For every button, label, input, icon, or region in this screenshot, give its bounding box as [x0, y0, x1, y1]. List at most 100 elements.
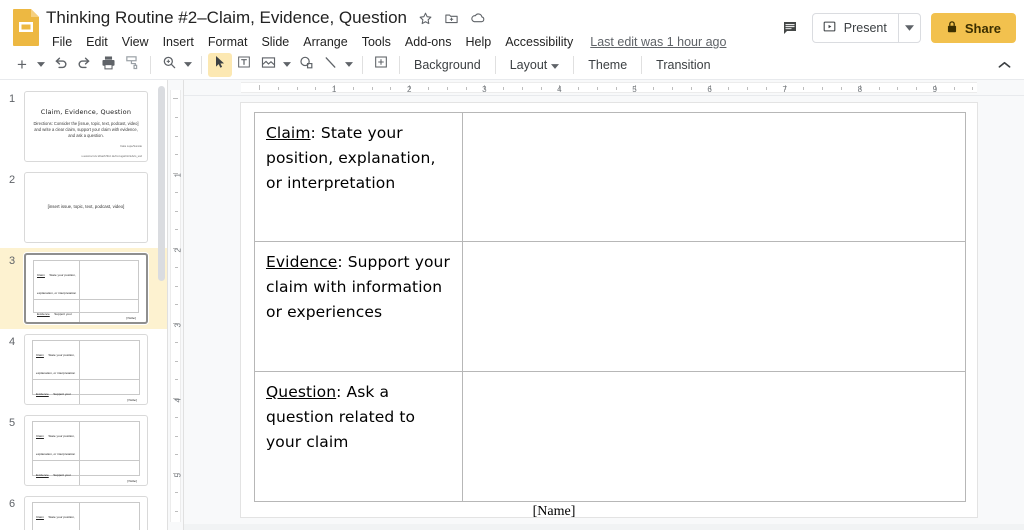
menu-item-file[interactable]: File	[46, 33, 79, 51]
thumb-row: Evidence Support your claim with informa…	[33, 380, 139, 404]
paint-format-button[interactable]	[120, 53, 144, 77]
vertical-ruler: 1 2 3 4 5	[168, 80, 184, 530]
thumb-row: Evidence Support your claim with informa…	[33, 461, 139, 485]
ceq-answer-cell-claim[interactable]	[463, 113, 965, 241]
ruler-tick	[175, 116, 178, 118]
thumb-row: Claim State your position, explanation, …	[33, 422, 139, 461]
horizontal-ruler: 1 2 3 4 5 6 7 8 9	[184, 80, 1024, 96]
filmstrip-slide-4[interactable]: 4 Claim State your position, explanation…	[0, 329, 167, 410]
name-placeholder-line[interactable]: [Name]	[254, 504, 964, 520]
present-label: Present	[843, 21, 887, 35]
ceq-key-evidence: Evidence	[266, 253, 338, 272]
thumb-row: Evidence Support your claim with informa…	[34, 300, 138, 322]
ceq-prompt-cell-question[interactable]: Question: Ask a question related to your…	[255, 371, 463, 501]
background-button[interactable]: Background	[406, 55, 489, 75]
menu-item-help[interactable]: Help	[458, 33, 498, 51]
slide-filmstrip[interactable]: 1 Claim, Evidence, Question Directions: …	[0, 80, 168, 530]
ruler-label: 4	[557, 85, 562, 94]
ruler-tick	[465, 87, 467, 90]
ruler-tick	[953, 87, 955, 90]
zoom-button[interactable]	[157, 53, 181, 77]
ruler-tick	[175, 491, 178, 493]
ceq-table[interactable]: Claim: State your position, explanation,…	[254, 112, 966, 502]
thumb-credit-2: s.www.loc.lviv.id/sa/6.5bc/.de/Co.luga/C…	[81, 155, 142, 158]
menu-item-arrange[interactable]: Arrange	[296, 33, 354, 51]
toolbar-divider-6	[573, 55, 575, 74]
comment-insert-button[interactable]	[369, 53, 393, 77]
workspace: 1 Claim, Evidence, Question Directions: …	[0, 80, 1024, 530]
present-options-caret[interactable]	[897, 14, 920, 42]
ceq-prompt-cell-evidence[interactable]: Evidence: Support your claim with inform…	[255, 242, 463, 371]
thumb-answer-cell	[80, 261, 138, 299]
print-icon	[100, 54, 117, 76]
share-button[interactable]: Share	[930, 13, 1016, 43]
filmstrip-scrollbar[interactable]	[158, 86, 165, 281]
undo-button[interactable]	[48, 53, 72, 77]
filmstrip-slide-6[interactable]: 6 Claim State your position, explanation…	[0, 491, 167, 530]
transition-button[interactable]: Transition	[648, 55, 718, 75]
redo-button[interactable]	[72, 53, 96, 77]
filmstrip-slide-1[interactable]: 1 Claim, Evidence, Question Directions: …	[0, 86, 167, 167]
filmstrip-slide-2[interactable]: 2 [insert issue, topic, text, podcast, v…	[0, 167, 167, 248]
select-tool-button[interactable]	[208, 52, 232, 77]
theme-button[interactable]: Theme	[580, 55, 635, 75]
collapse-toolbar-button[interactable]	[992, 53, 1016, 77]
redo-icon	[76, 54, 93, 76]
slide-number: 2	[8, 174, 16, 186]
google-slides-logo[interactable]	[12, 8, 40, 46]
menu-item-tools[interactable]: Tools	[355, 33, 398, 51]
new-slide-caret[interactable]	[34, 53, 48, 77]
new-slide-button[interactable]: +	[10, 53, 34, 77]
thumb-row: Claim State your position, explanation, …	[34, 261, 138, 300]
zoom-icon	[161, 54, 177, 75]
filmstrip-slide-3[interactable]: 3 Claim State your position, explanation…	[0, 248, 167, 329]
insert-image-button[interactable]	[256, 53, 280, 77]
current-slide-surface[interactable]: Claim: State your position, explanation,…	[241, 103, 977, 520]
text-box-icon	[236, 54, 252, 75]
zoom-caret[interactable]	[181, 53, 195, 77]
ceq-answer-cell-question[interactable]	[463, 372, 965, 501]
thumb-answer-cell	[80, 503, 139, 530]
image-caret[interactable]	[280, 53, 294, 77]
print-button[interactable]	[96, 53, 120, 77]
lock-icon	[946, 20, 958, 36]
line-caret[interactable]	[342, 53, 356, 77]
menu-item-format[interactable]: Format	[201, 33, 255, 51]
ruler-label: 3	[482, 85, 487, 94]
slide-canvas-area[interactable]: 1 2 3 4 5 6 7 8 9 Claim: State your position, ex…	[184, 80, 1024, 530]
line-button[interactable]	[318, 53, 342, 77]
menu-item-view[interactable]: View	[115, 33, 156, 51]
slide-thumbnail[interactable]: Claim, Evidence, Question Directions: Co…	[24, 91, 148, 162]
text-box-button[interactable]	[232, 53, 256, 77]
star-icon[interactable]	[417, 9, 435, 27]
slide-thumbnail[interactable]: Claim State your position, explanation, …	[24, 415, 148, 486]
shape-button[interactable]	[294, 53, 318, 77]
ceq-prompt-cell-claim[interactable]: Claim: State your position, explanation,…	[255, 113, 463, 242]
title-and-menu: Thinking Routine #2–Claim, Evidence, Que…	[46, 4, 778, 53]
menu-item-accessibility[interactable]: Accessibility	[498, 33, 580, 51]
layout-button[interactable]: Layout	[502, 55, 568, 75]
last-edit-status[interactable]: Last edit was 1 hour ago	[590, 35, 726, 49]
menu-item-insert[interactable]: Insert	[156, 33, 201, 51]
move-to-folder-icon[interactable]	[443, 9, 461, 27]
cloud-status-icon[interactable]	[469, 9, 487, 27]
name-placeholder: [Name]	[532, 504, 576, 519]
menu-item-edit[interactable]: Edit	[79, 33, 115, 51]
filmstrip-slide-5[interactable]: 5 Claim State your position, explanation…	[0, 410, 167, 491]
thumb-answer-cell	[80, 422, 139, 460]
ruler-tick	[175, 435, 178, 437]
page-title[interactable]: Thinking Routine #2–Claim, Evidence, Que…	[46, 7, 407, 29]
menu-item-addons[interactable]: Add-ons	[398, 33, 459, 51]
slide-thumbnail[interactable]: [insert issue, topic, text, podcast, vid…	[24, 172, 148, 243]
slide-thumbnail[interactable]: Claim State your position, explanation, …	[24, 496, 148, 530]
ceq-answer-cell-evidence[interactable]	[463, 242, 965, 370]
menu-item-slide[interactable]: Slide	[254, 33, 296, 51]
vertical-ruler-track: 1 2 3 4 5	[170, 90, 182, 522]
comment-history-button[interactable]	[778, 16, 802, 40]
slide-thumbnail[interactable]: Claim State your position, explanation, …	[24, 334, 148, 405]
toolbar-divider	[150, 55, 151, 74]
ceq-row-question: Question: Ask a question related to your…	[255, 371, 965, 501]
slide-thumbnail[interactable]: Claim State your position, explanation, …	[24, 253, 148, 324]
ruler-label: 4	[173, 398, 182, 403]
present-button[interactable]: Present	[813, 14, 898, 42]
